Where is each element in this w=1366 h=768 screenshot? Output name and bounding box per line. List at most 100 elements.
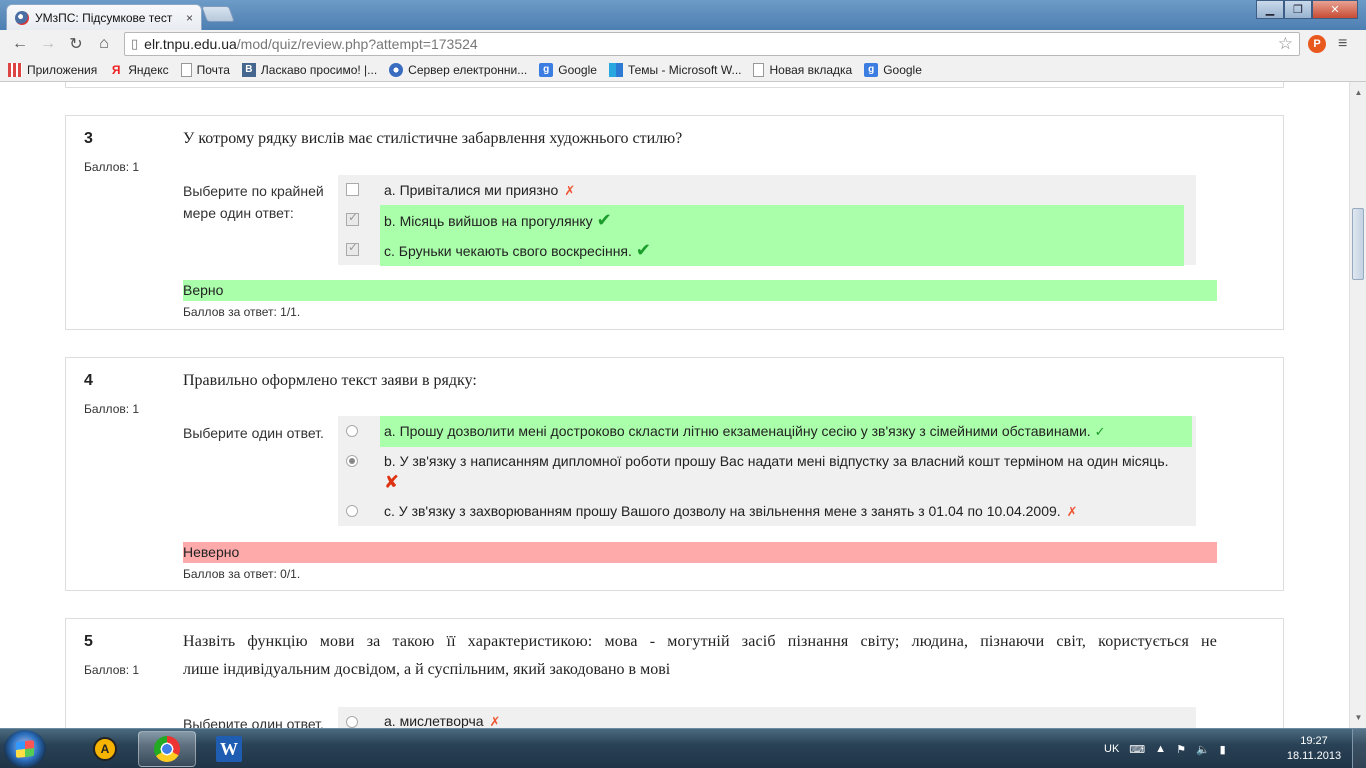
question-number: 4 xyxy=(84,372,93,389)
scroll-down-icon[interactable]: ▼ xyxy=(1350,709,1366,726)
option-radio[interactable] xyxy=(346,425,358,437)
option-text: a. Привіталися ми приязно xyxy=(384,182,559,198)
incorrect-mark-icon: ✘ xyxy=(384,472,400,492)
option-radio[interactable] xyxy=(346,716,358,728)
windows-taskbar: A W UK ⌨ ▲ ⚑ 🔈 ▮ 19:27 18.11.2013 xyxy=(0,728,1366,768)
page-info-icon[interactable]: ▯ xyxy=(131,36,138,52)
start-button[interactable] xyxy=(4,730,46,768)
minimize-button[interactable]: ▁ xyxy=(1256,0,1284,19)
option-label[interactable]: c. У зв'язку з захворюванням прошу Вашог… xyxy=(380,496,1082,527)
back-button[interactable]: ← xyxy=(6,32,34,56)
option-label[interactable]: c. Бруньки чекають свого воскресіння. ✔ xyxy=(380,235,1184,266)
taskbar-chrome[interactable] xyxy=(138,731,196,767)
correct-mark-icon: ✓ xyxy=(1094,424,1106,439)
show-desktop-button[interactable] xyxy=(1352,729,1366,768)
browser-toolbar: ← → ↻ ⌂ ▯ elr.tnpu.edu.ua/mod/quiz/revie… xyxy=(0,30,1366,58)
bookmark-new-tab[interactable]: Новая вкладка xyxy=(753,62,853,77)
bookmark-label: Приложения xyxy=(27,62,98,77)
answer-prompt: Выберите один ответ. xyxy=(183,716,324,728)
google-icon: g xyxy=(539,62,554,77)
answer-option-a[interactable]: a. Привіталися ми приязно ✗ xyxy=(338,175,1196,205)
answer-option-c[interactable]: c. У зв'язку з захворюванням прошу Вашог… xyxy=(338,496,1196,526)
question-state-correct: Верно xyxy=(183,280,1217,301)
option-label[interactable]: a. Привіталися ми приязно ✗ xyxy=(380,175,579,206)
answer-options: a. мислетворча ✗ xyxy=(338,707,1196,728)
question-text: Правильно оформлено текст заяви в рядку: xyxy=(183,372,477,389)
maximize-button[interactable]: ❐ xyxy=(1284,0,1312,19)
incorrect-mark-icon: ✗ xyxy=(1066,504,1078,519)
show-hidden-icons-icon[interactable]: ▲ xyxy=(1155,743,1166,755)
bookmark-google-2[interactable]: g Google xyxy=(864,62,922,77)
incorrect-mark-icon: ✗ xyxy=(489,714,501,728)
tab-close-icon[interactable]: × xyxy=(186,11,193,25)
new-tab-button[interactable] xyxy=(201,6,235,22)
site-favicon-icon xyxy=(15,10,29,25)
question-score: Баллов за ответ: 0/1. xyxy=(183,567,301,581)
answer-options: a. Прошу дозволити мені достроково склас… xyxy=(338,416,1196,526)
tab-title: УМзПС: Підсумкове тест xyxy=(35,10,173,25)
question-number: 3 xyxy=(84,130,93,147)
option-label[interactable]: b. У зв'язку з написанням дипломної робо… xyxy=(380,446,1173,476)
bookmark-apps[interactable]: Приложения xyxy=(8,62,98,77)
google-icon: g xyxy=(864,62,879,77)
question-number: 5 xyxy=(84,633,93,650)
question-3: 3 Баллов: 1 У котрому рядку вислів має с… xyxy=(65,115,1284,330)
address-bar[interactable]: ▯ elr.tnpu.edu.ua/mod/quiz/review.php?at… xyxy=(124,32,1300,56)
network-icon[interactable]: ▮ xyxy=(1220,743,1226,756)
correct-mark-icon: ✔ xyxy=(635,240,651,260)
question-grade: Баллов: 1 xyxy=(84,402,140,416)
page-scrollbar[interactable]: ▲ ▼ xyxy=(1349,82,1366,728)
option-text: c. У зв'язку з захворюванням прошу Вашог… xyxy=(384,503,1061,519)
bookmark-star-icon[interactable]: ☆ xyxy=(1278,34,1293,54)
bookmark-label: Google xyxy=(558,62,597,77)
option-checkbox[interactable] xyxy=(346,210,359,226)
bookmark-server[interactable]: Сервер електронни... xyxy=(389,62,527,77)
window-titlebar: УМзПС: Підсумкове тест × ▁ ❐ ✕ xyxy=(0,0,1366,30)
bookmark-label: Яндекс xyxy=(128,62,169,77)
chrome-icon xyxy=(154,736,180,762)
close-window-button[interactable]: ✕ xyxy=(1312,0,1358,19)
clock-time: 19:27 xyxy=(1300,735,1328,747)
taskbar-avast[interactable]: A xyxy=(76,731,134,767)
question-grade: Баллов: 1 xyxy=(84,160,140,174)
answer-option-a[interactable]: a. мислетворча ✗ xyxy=(338,707,1196,728)
bookmark-label: Google xyxy=(883,62,922,77)
answer-option-a[interactable]: a. Прошу дозволити мені достроково склас… xyxy=(338,416,1196,447)
question-score: Баллов за ответ: 1/1. xyxy=(183,305,301,319)
windows-icon xyxy=(608,62,623,77)
option-label[interactable]: a. Прошу дозволити мені достроково склас… xyxy=(380,416,1192,447)
browser-tab[interactable]: УМзПС: Підсумкове тест × xyxy=(6,4,202,30)
answer-option-c[interactable]: c. Бруньки чекають свого воскресіння.✔ xyxy=(338,235,1196,266)
option-radio[interactable] xyxy=(346,455,358,467)
answer-option-b[interactable]: b. Місяць вийшов на прогулянку✔ xyxy=(338,205,1196,236)
chrome-menu-icon[interactable]: ≡ xyxy=(1338,35,1347,53)
bookmark-yandex[interactable]: Я Яндекс xyxy=(109,62,169,77)
option-radio[interactable] xyxy=(346,505,358,517)
option-checkbox[interactable] xyxy=(346,240,359,256)
taskbar-word[interactable]: W xyxy=(200,731,258,767)
bookmark-label: Темы - Microsoft W... xyxy=(627,62,742,77)
bookmark-label: Новая вкладка xyxy=(769,62,853,77)
bookmark-google[interactable]: g Google xyxy=(539,62,597,77)
question-text-line-2: лише індивідуальним досвідом, а й суспіл… xyxy=(183,661,671,678)
scroll-up-icon[interactable]: ▲ xyxy=(1350,84,1366,101)
reload-button[interactable]: ↻ xyxy=(62,32,90,56)
option-label[interactable]: b. Місяць вийшов на прогулянку ✔ xyxy=(380,205,1184,236)
option-checkbox[interactable] xyxy=(346,183,359,196)
keyboard-icon[interactable]: ⌨ xyxy=(1129,743,1145,756)
system-clock[interactable]: 19:27 18.11.2013 xyxy=(1284,734,1344,764)
clock-date: 18.11.2013 xyxy=(1286,750,1342,762)
volume-icon[interactable]: 🔈 xyxy=(1196,743,1210,756)
bookmark-pochta[interactable]: Почта xyxy=(180,62,230,77)
bookmark-microsoft-themes[interactable]: Темы - Microsoft W... xyxy=(608,62,742,77)
forward-button[interactable]: → xyxy=(34,32,62,56)
bookmark-vk[interactable]: B Ласкаво просимо! |... xyxy=(241,62,377,77)
home-button[interactable]: ⌂ xyxy=(90,32,118,56)
language-indicator[interactable]: UK xyxy=(1104,743,1119,755)
action-center-flag-icon[interactable]: ⚑ xyxy=(1176,743,1186,756)
extension-icon[interactable]: P xyxy=(1308,35,1326,53)
answer-option-b[interactable]: b. У зв'язку з написанням дипломної робо… xyxy=(338,446,1196,496)
scrollbar-thumb[interactable] xyxy=(1352,208,1364,280)
question-text-line-1: Назвіть функцію мови за такою її характе… xyxy=(183,633,1217,650)
option-label[interactable]: a. мислетворча ✗ xyxy=(380,707,504,728)
